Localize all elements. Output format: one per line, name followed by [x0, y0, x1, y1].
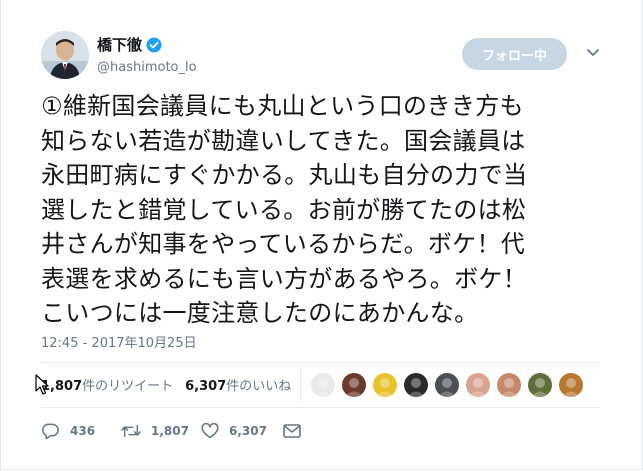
- liker-avatar-4[interactable]: [404, 373, 428, 397]
- retweet-stat[interactable]: 1,807件のリツイート: [41, 375, 173, 394]
- liker-avatar-5[interactable]: [435, 373, 459, 397]
- following-button[interactable]: フォロー中: [462, 38, 567, 70]
- liker-avatar-2[interactable]: [342, 373, 366, 397]
- liker-avatar-6[interactable]: [466, 373, 490, 397]
- tweet-timestamp[interactable]: 12:45 - 2017年10月25日: [41, 332, 197, 351]
- verified-badge-icon: [146, 37, 162, 53]
- author-name[interactable]: 橋下徹: [97, 34, 162, 55]
- author-avatar[interactable]: [41, 31, 89, 79]
- liker-avatar-8[interactable]: [528, 373, 552, 397]
- divider-bottom: [41, 407, 600, 408]
- tweet-actions: 436 1,807 6,307: [41, 422, 301, 440]
- retweet-count: 1,807: [151, 424, 189, 438]
- like-stat-count: 6,307: [185, 379, 227, 394]
- liker-avatar-3[interactable]: [373, 373, 397, 397]
- chevron-down-icon[interactable]: [584, 44, 602, 62]
- retweet-button[interactable]: 1,807: [121, 423, 201, 439]
- heart-icon: [201, 423, 219, 439]
- like-stat-label: 件のいいね: [226, 379, 292, 394]
- liker-avatar-1[interactable]: [311, 373, 335, 397]
- direct-message-button[interactable]: [283, 424, 301, 438]
- tweet-text: ①維新国会議員にも丸山という口のきき方も 知らない若造が勘違いしてきた。国会議員…: [41, 92, 528, 327]
- tweet-stats: 1,807件のリツイート 6,307件のいいね: [41, 375, 291, 394]
- like-stat[interactable]: 6,307件のいいね: [185, 375, 291, 394]
- mouse-cursor-icon: [35, 374, 49, 400]
- liker-avatar-7[interactable]: [497, 373, 521, 397]
- reply-count: 436: [70, 424, 96, 438]
- liker-avatar-9[interactable]: [559, 373, 583, 397]
- retweet-stat-label: 件のリツイート: [82, 379, 174, 394]
- author-name-text[interactable]: 橋下徹: [97, 34, 142, 55]
- stats-divider: [300, 367, 301, 403]
- divider-top: [41, 362, 600, 363]
- like-button[interactable]: 6,307: [201, 423, 283, 439]
- envelope-icon: [283, 424, 301, 438]
- reply-button[interactable]: 436: [41, 422, 121, 440]
- author-handle[interactable]: @hashimoto_lo: [97, 60, 197, 75]
- reply-icon: [41, 423, 59, 440]
- like-count: 6,307: [229, 424, 267, 438]
- retweet-icon: [121, 424, 141, 438]
- liker-avatars: [311, 373, 583, 397]
